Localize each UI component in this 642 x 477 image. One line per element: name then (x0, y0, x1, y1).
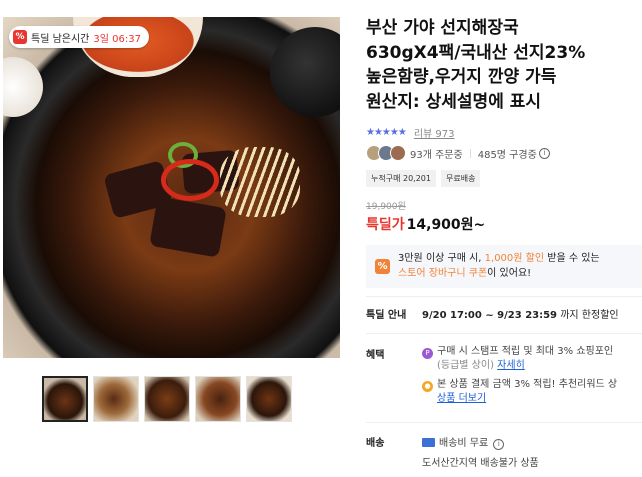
truck-icon (422, 438, 435, 447)
review-label[interactable]: 리뷰 (414, 129, 432, 140)
coupon-name: 스토어 장바구니 쿠폰 (398, 268, 488, 279)
product-main-image[interactable] (3, 17, 340, 358)
tag-free-shipping: 무료배송 (440, 170, 481, 187)
price-row: 특딜가 14,900원~ (366, 214, 485, 234)
details-link[interactable]: 자세히 (497, 360, 525, 371)
shipping-fee-text: 배송비 무료 (439, 438, 489, 449)
info-icon[interactable]: i (538, 147, 550, 159)
product-title: 부산 가야 선지해장국 630gX4팩/국내산 선지23% 높은함량,우거지 깐… (366, 18, 586, 112)
coin-icon: ● (422, 381, 433, 392)
rating-row: ★★★★★ 리뷰 973 (366, 125, 455, 140)
product-page: % 특딜 남은시간 3일 06:37 부산 가야 선지해장국 630gX4팩/국… (0, 0, 642, 477)
deal-period-suffix: 까지 한정할인 (557, 310, 619, 321)
divider (366, 333, 642, 334)
red-pepper-slice (161, 159, 219, 201)
coupon-text: 받을 수 있는 (544, 253, 600, 264)
coupon-banner[interactable]: % 3만원 이상 구매 시, 1,000원 할인 받을 수 있는 스토어 장바구… (366, 245, 642, 288)
deal-info: 9/20 17:00 ~ 9/23 23:59 까지 한정할인 (422, 306, 619, 321)
viewers-count: 485명 구경중 (477, 149, 537, 161)
product-tags: 누적구매 20,201 무료배송 (366, 170, 481, 187)
coupon-percent-icon: % (375, 259, 390, 274)
review-count[interactable]: 973 (435, 129, 454, 140)
thumbnail-1[interactable] (42, 376, 88, 422)
benefit-reward: ● 본 상품 결제 금액 3% 적립! 추천리워드 상 상품 더보기 (422, 378, 617, 406)
coupon-line-2: 스토어 장바구니 쿠폰이 있어요! (398, 266, 642, 281)
coupon-discount: 1,000원 할인 (484, 253, 545, 264)
thumbnail-2[interactable] (93, 376, 139, 422)
bean-sprouts-image (220, 147, 300, 217)
thumbnail-5[interactable] (246, 376, 292, 422)
coupon-line-1: 3만원 이상 구매 시, 1,000원 할인 받을 수 있는 (398, 251, 642, 266)
deal-timer: 3일 06:37 (93, 33, 141, 45)
seonji-piece (149, 196, 227, 258)
tag-cumulative-purchase: 누적구매 20,201 (366, 170, 436, 187)
divider (366, 422, 642, 423)
percent-icon: % (13, 30, 27, 44)
rice-bowl-image (3, 57, 43, 117)
divider (366, 296, 642, 297)
review-link[interactable]: 리뷰 973 (414, 125, 455, 140)
benefits-label: 혜택 (366, 350, 385, 361)
thumbnail-3[interactable] (144, 376, 190, 422)
star-rating-icon: ★★★★★ (366, 127, 407, 138)
coupon-text: 3만원 이상 구매 시, (398, 253, 485, 264)
deal-info-label: 특딜 안내 (366, 310, 407, 321)
avatar (390, 145, 406, 161)
buyer-avatars (366, 145, 406, 161)
activity-stats: 93개 주문중 485명 구경중 i (366, 145, 550, 161)
benefit-stamp: P 구매 시 스탬프 적립 및 최대 3% 쇼핑포인 (등급별 상이) 자세히 (422, 345, 613, 373)
deal-countdown-badge: % 특딜 남은시간 3일 06:37 (9, 26, 149, 48)
orders-count: 93개 주문중 (410, 149, 463, 161)
benefit-text: 본 상품 결제 금액 3% 적립! 추천리워드 상 (437, 379, 618, 390)
info-icon[interactable]: i (493, 439, 505, 450)
coupon-text: 이 있어요! (487, 268, 532, 279)
original-price: 19,900원 (366, 202, 406, 212)
shipping-note: 도서산간지역 배송불가 상품 (422, 458, 539, 469)
shipping-fee: 배송비 무료 i (422, 434, 505, 450)
side-bowl-image (270, 27, 340, 117)
point-icon: P (422, 348, 433, 359)
deal-price-label: 특딜가 (366, 217, 405, 233)
shipping-label: 배송 (366, 438, 385, 449)
deal-badge-label: 특딜 남은시간 (31, 33, 90, 45)
deal-period: 9/20 17:00 ~ 9/23 23:59 (422, 310, 558, 321)
thumbnail-strip (42, 376, 292, 422)
thumbnail-4[interactable] (195, 376, 241, 422)
divider (469, 148, 471, 158)
benefit-text: 구매 시 스탬프 적립 및 최대 3% 쇼핑포인 (437, 346, 614, 357)
deal-price: 14,900원~ (406, 217, 486, 233)
benefit-sub: (등급별 상이) (437, 360, 494, 371)
more-products-link[interactable]: 상품 더보기 (437, 393, 486, 404)
